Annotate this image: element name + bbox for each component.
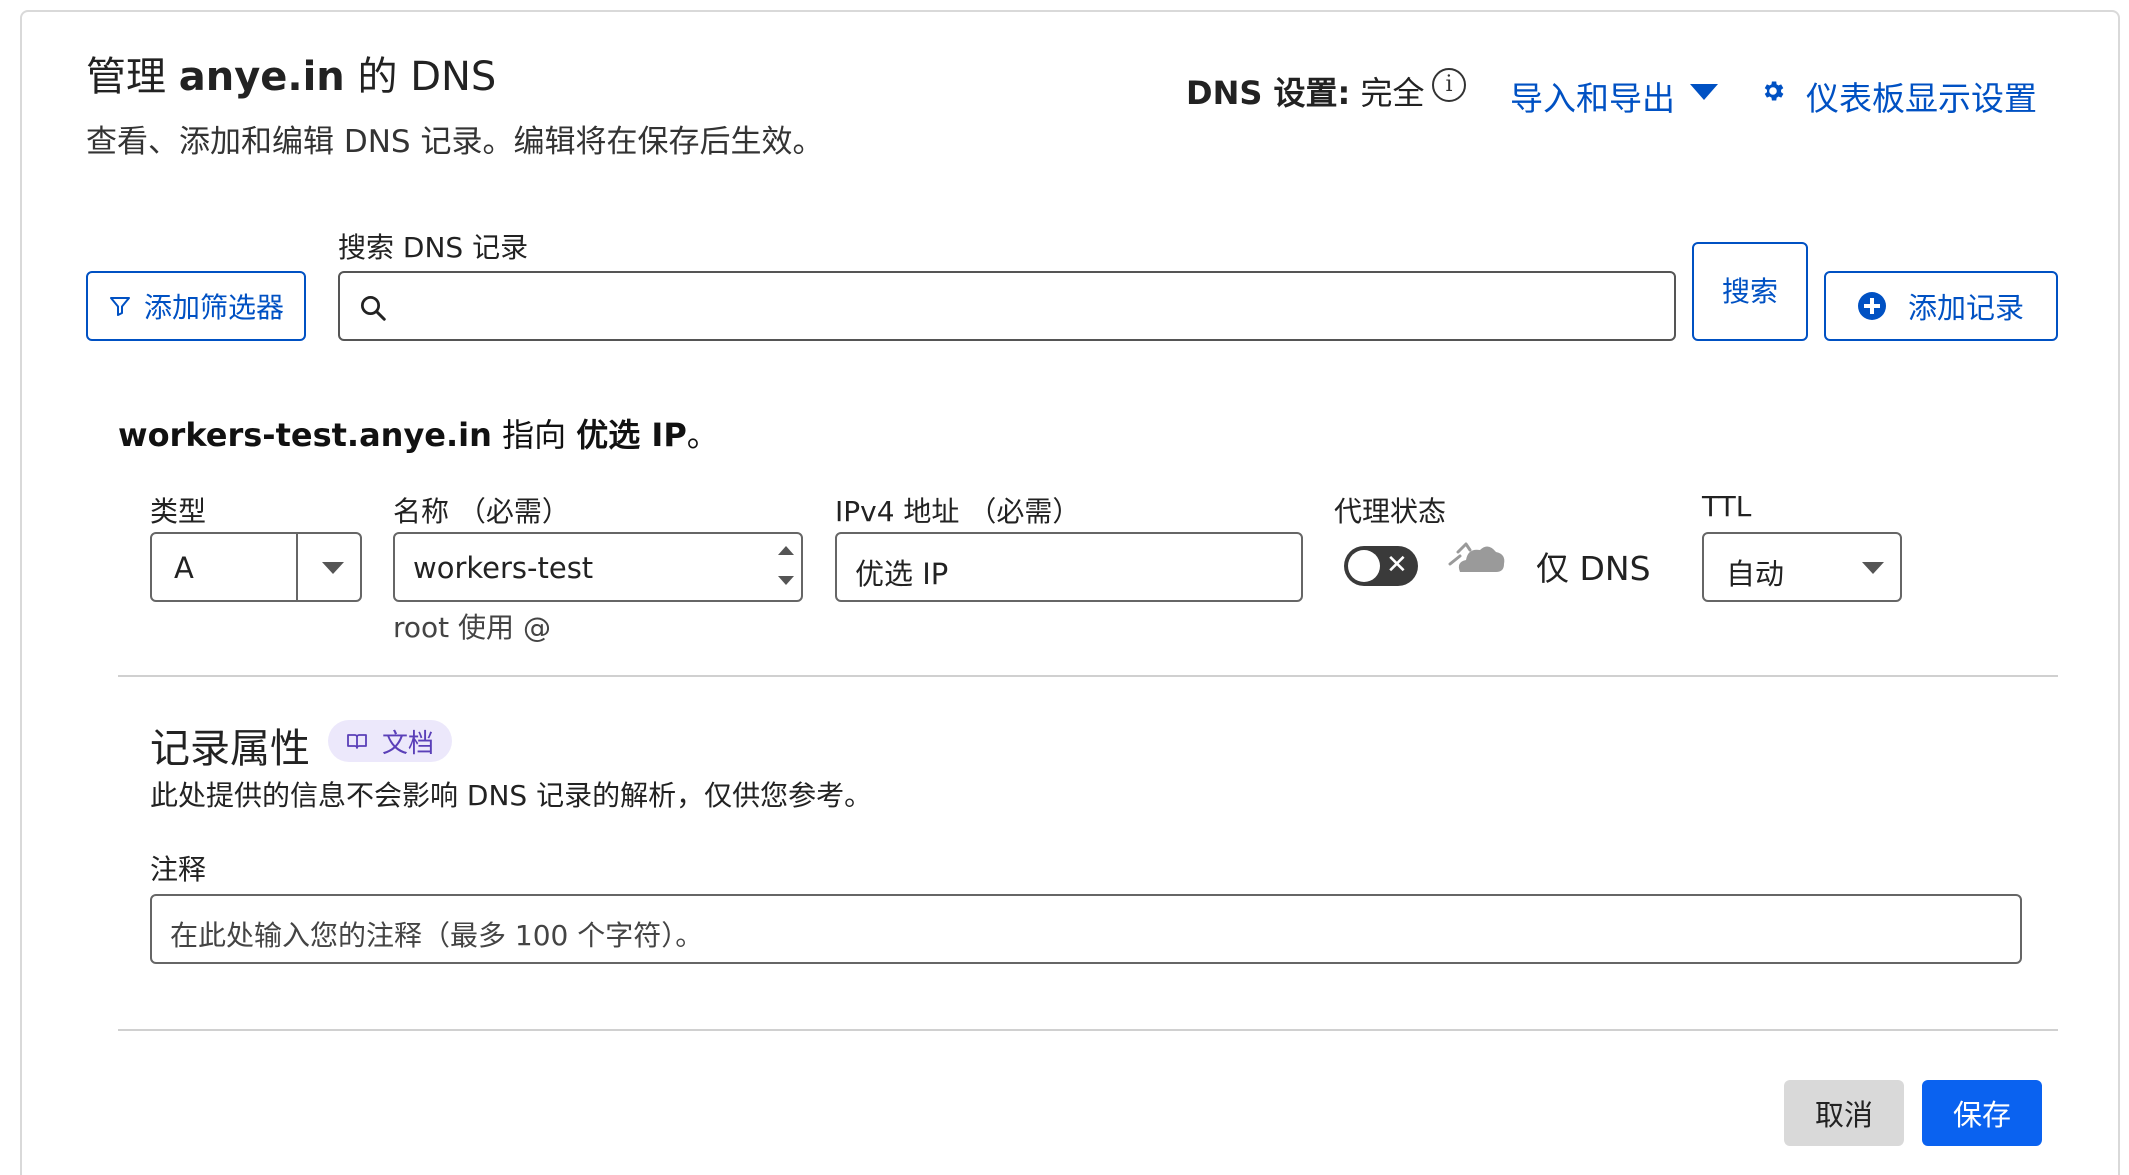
dns-setting-status: DNS 设置: 完全 xyxy=(1186,68,1425,114)
name-input[interactable]: workers-test xyxy=(393,532,803,602)
cancel-button[interactable]: 取消 xyxy=(1784,1080,1904,1146)
title-domain: anye.in xyxy=(178,54,345,100)
title-suffix: 的 DNS xyxy=(357,54,497,100)
ipv4-label: IPv4 地址 （必需） xyxy=(835,495,1081,528)
ipv4-input[interactable]: 优选 IP xyxy=(835,532,1303,602)
chevron-down-icon[interactable] xyxy=(1862,562,1884,574)
ipv4-input-value: 优选 IP xyxy=(855,557,949,591)
summary-end: 。 xyxy=(686,416,719,454)
spinner-up-icon[interactable] xyxy=(778,546,794,555)
record-summary: workers-test.anye.in 指向 优选 IP。 xyxy=(118,410,719,456)
ttl-select[interactable]: 自动 xyxy=(1702,532,1902,602)
divider xyxy=(118,1029,2058,1031)
dns-setting-value: 完全 xyxy=(1360,74,1425,112)
page-title: 管理 anye.in 的 DNS xyxy=(86,44,496,102)
filter-icon xyxy=(109,297,130,316)
search-input[interactable] xyxy=(338,271,1676,341)
summary-verb: 指向 xyxy=(502,416,567,454)
proxy-status-label: 代理状态 xyxy=(1334,495,1447,528)
comment-placeholder: 在此处输入您的注释（最多 100 个字符）。 xyxy=(170,919,704,952)
chevron-down-icon[interactable] xyxy=(1690,84,1718,100)
dns-setting-label: DNS 设置: xyxy=(1186,74,1351,112)
spinner-down-icon[interactable] xyxy=(778,576,794,585)
add-filter-label: 添加筛选器 xyxy=(143,291,284,324)
book-icon xyxy=(347,734,367,749)
info-icon[interactable]: i xyxy=(1432,68,1466,102)
add-filter-button[interactable]: 添加筛选器 xyxy=(86,271,306,341)
comment-label: 注释 xyxy=(150,853,207,886)
type-select[interactable]: A xyxy=(150,532,362,602)
record-attributes-description: 此处提供的信息不会影响 DNS 记录的解析，仅供您参考。 xyxy=(150,779,873,812)
select-divider xyxy=(296,534,298,600)
import-export-link[interactable]: 导入和导出 xyxy=(1510,72,1675,120)
ttl-label: TTL xyxy=(1702,490,1752,523)
docs-badge[interactable]: 文档 xyxy=(328,720,453,762)
comment-input[interactable]: 在此处输入您的注释（最多 100 个字符）。 xyxy=(150,894,2022,964)
docs-badge-label: 文档 xyxy=(382,728,435,759)
proxy-status-text: 仅 DNS xyxy=(1536,549,1651,588)
name-hint: root 使用 @ xyxy=(393,611,551,644)
gear-icon[interactable] xyxy=(1760,78,1786,104)
title-prefix: 管理 xyxy=(86,54,166,100)
type-label: 类型 xyxy=(150,495,207,528)
add-record-label: 添加记录 xyxy=(1907,291,2024,325)
close-icon: ✕ xyxy=(1386,550,1408,580)
type-select-value: A xyxy=(174,551,194,585)
search-icon xyxy=(361,296,386,321)
page-subtitle: 查看、添加和编辑 DNS 记录。编辑将在保存后生效。 xyxy=(86,124,824,160)
divider xyxy=(118,675,2058,677)
dashboard-display-settings-link[interactable]: 仪表板显示设置 xyxy=(1806,72,2037,120)
ttl-select-value: 自动 xyxy=(1726,557,1785,591)
name-label: 名称 （必需） xyxy=(393,495,570,528)
toggle-knob xyxy=(1348,550,1380,582)
search-button[interactable]: 搜索 xyxy=(1692,242,1808,341)
name-spinner[interactable] xyxy=(771,538,799,596)
record-attributes-title: 记录属性 xyxy=(150,726,310,772)
chevron-down-icon[interactable] xyxy=(322,562,344,574)
add-record-button[interactable]: 添加记录 xyxy=(1824,271,2058,341)
save-button[interactable]: 保存 xyxy=(1922,1080,2042,1146)
plus-circle-icon xyxy=(1857,292,1886,320)
name-input-value: workers-test xyxy=(413,551,594,585)
cloud-icon xyxy=(1448,542,1505,572)
summary-record-name: workers-test.anye.in xyxy=(118,416,492,454)
search-label: 搜索 DNS 记录 xyxy=(338,231,529,264)
proxy-toggle[interactable]: ✕ xyxy=(1344,546,1418,586)
summary-target: 优选 IP xyxy=(576,416,687,454)
